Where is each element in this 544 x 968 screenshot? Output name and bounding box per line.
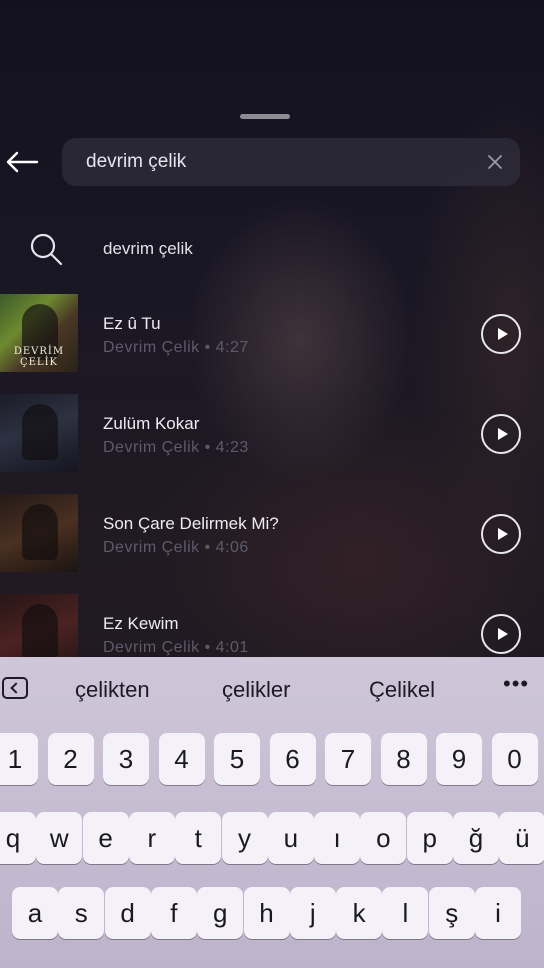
word-suggestion[interactable]: Çelikel [369, 677, 435, 703]
key-letter[interactable]: g [197, 887, 244, 939]
search-icon [30, 233, 63, 266]
sheet-drag-handle[interactable] [240, 114, 290, 119]
keyboard-suggestion-bar: çelikten çelikler Çelikel ••• [0, 657, 544, 721]
song-artist-duration: Devrim Çelik • 4:06 [103, 539, 249, 556]
song-row[interactable]: Son Çare Delirmek Mi? Devrim Çelik • 4:0… [0, 494, 544, 574]
key-letter[interactable]: e [82, 812, 129, 864]
key-letter[interactable]: ğ [453, 812, 499, 864]
song-title: Ez Kewim [103, 614, 179, 633]
album-cover [0, 494, 78, 572]
word-suggestion[interactable]: çelikten [75, 677, 150, 703]
search-input[interactable]: devrim çelik [86, 151, 186, 173]
key-letter[interactable]: w [36, 812, 83, 864]
key-letter[interactable]: i [475, 887, 521, 939]
key-number[interactable]: 6 [269, 733, 316, 785]
key-number[interactable]: 7 [325, 733, 371, 785]
keyboard-collapse-icon[interactable] [2, 677, 28, 699]
album-cover-text: DEVRİM ÇELİK [13, 346, 65, 368]
play-button[interactable] [481, 614, 521, 654]
key-number[interactable]: 0 [491, 733, 538, 785]
song-title: Ez û Tu [103, 314, 161, 333]
key-letter[interactable]: q [0, 812, 36, 864]
key-letter[interactable]: ı [314, 812, 361, 864]
key-letter[interactable]: r [128, 812, 175, 864]
song-title: Zulüm Kokar [103, 414, 200, 433]
play-button[interactable] [481, 514, 521, 554]
song-row[interactable]: Zulüm Kokar Devrim Çelik • 4:23 [0, 394, 544, 474]
key-number[interactable]: 9 [436, 733, 482, 785]
album-cover: DEVRİM ÇELİK [0, 294, 78, 372]
key-number[interactable]: 8 [380, 733, 427, 785]
key-number[interactable]: 5 [214, 733, 260, 785]
play-icon [498, 628, 508, 640]
key-number[interactable]: 4 [158, 733, 205, 785]
key-letter[interactable]: a [12, 887, 58, 939]
keyboard: çelikten çelikler Çelikel ••• 1234567890… [0, 657, 544, 968]
album-cover [0, 394, 78, 472]
key-letter[interactable]: l [382, 887, 429, 939]
play-button[interactable] [481, 314, 521, 354]
back-arrow-icon [6, 151, 39, 173]
key-number[interactable]: 3 [103, 733, 149, 785]
song-title: Son Çare Delirmek Mi? [103, 514, 279, 533]
key-letter[interactable]: d [104, 887, 151, 939]
play-icon [498, 328, 508, 340]
key-letter[interactable]: y [221, 812, 268, 864]
song-row[interactable]: DEVRİM ÇELİK Ez û Tu Devrim Çelik • 4:27 [0, 294, 544, 374]
back-button[interactable] [4, 146, 40, 178]
song-artist-duration: Devrim Çelik • 4:27 [103, 339, 249, 356]
play-button[interactable] [481, 414, 521, 454]
key-letter[interactable]: j [289, 887, 336, 939]
key-letter[interactable]: h [243, 887, 290, 939]
key-letter[interactable]: ş [428, 887, 475, 939]
key-number[interactable]: 2 [47, 733, 94, 785]
key-letter[interactable]: t [175, 812, 222, 864]
key-letter[interactable]: ü [499, 812, 544, 864]
clear-search-icon[interactable] [486, 153, 504, 171]
key-letter[interactable]: o [360, 812, 407, 864]
search-field[interactable]: devrim çelik [62, 138, 520, 186]
key-letter[interactable]: u [267, 812, 314, 864]
play-icon [498, 428, 508, 440]
key-letter[interactable]: p [406, 812, 453, 864]
key-letter[interactable]: k [336, 887, 383, 939]
key-number[interactable]: 1 [0, 733, 38, 785]
song-artist-duration: Devrim Çelik • 4:01 [103, 639, 249, 656]
search-suggestion-text: devrim çelik [103, 239, 193, 258]
search-suggestion-row[interactable]: devrim çelik [0, 224, 544, 274]
key-letter[interactable]: s [58, 887, 105, 939]
song-artist-duration: Devrim Çelik • 4:23 [103, 439, 249, 456]
play-icon [498, 528, 508, 540]
key-letter[interactable]: f [150, 887, 197, 939]
word-suggestion[interactable]: çelikler [222, 677, 290, 703]
more-suggestions-icon[interactable]: ••• [503, 671, 529, 697]
